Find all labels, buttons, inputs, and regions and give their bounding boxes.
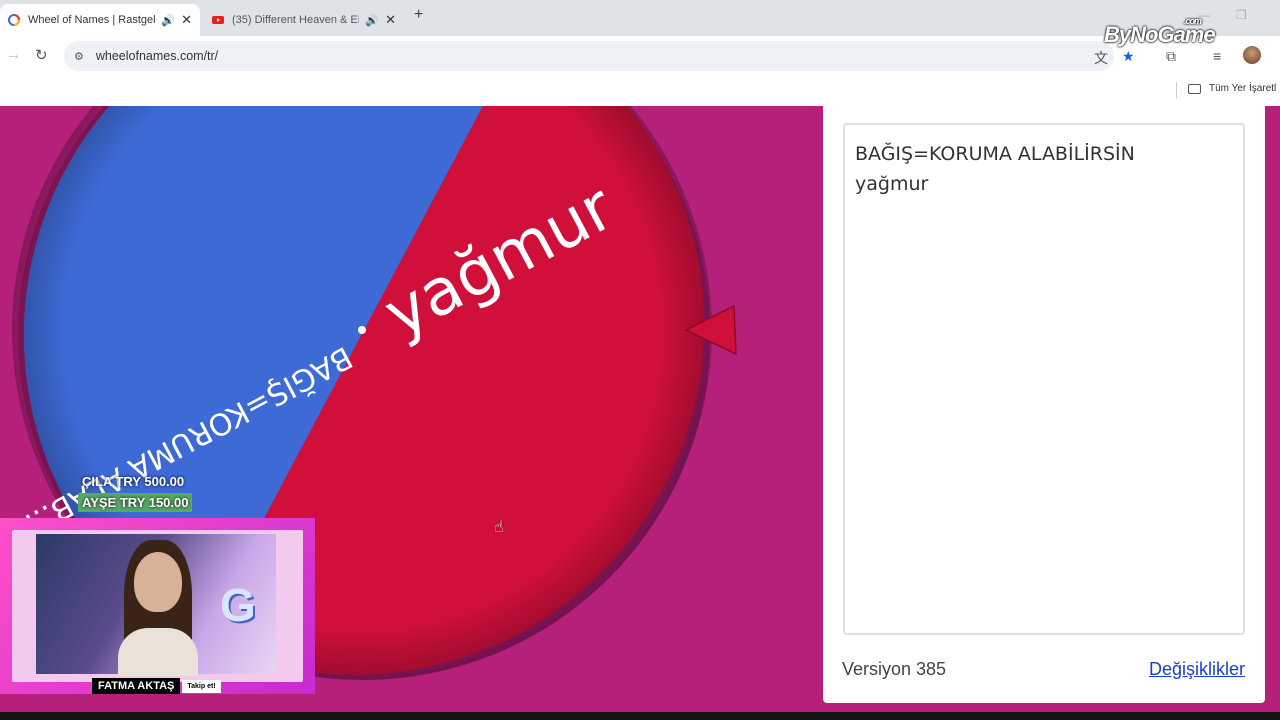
webcam-overlay: G xyxy=(0,518,315,694)
close-tab-icon[interactable]: ✕ xyxy=(181,12,192,28)
streamer-name: FATMA AKTAŞ xyxy=(92,678,181,694)
folder-icon xyxy=(1188,83,1201,94)
entries-panel: BAĞIŞ=KORUMA ALABİLİRSİN yağmur Versiyon… xyxy=(823,106,1265,703)
tab-title: (35) Different Heaven & EH xyxy=(232,14,360,26)
tab-title: Wheel of Names | Rastgele xyxy=(28,14,156,26)
webcam-background-text: G xyxy=(220,579,256,631)
translate-icon[interactable]: 文 xyxy=(1094,48,1108,68)
bynogame-watermark: ByNoGame .com xyxy=(1104,16,1216,48)
webcam-video: G xyxy=(12,530,303,682)
watermark-tld: .com xyxy=(1184,16,1202,26)
extensions-icon[interactable]: ⧉ xyxy=(1166,48,1176,65)
speaker-icon[interactable]: 🔊 xyxy=(161,14,175,27)
donation-line: AYŞE TRY 150.00 xyxy=(78,493,193,512)
all-bookmarks-label: Tüm Yer İşaretl xyxy=(1209,83,1277,94)
site-settings-icon[interactable]: ⚙ xyxy=(74,50,84,63)
reload-icon[interactable]: ↻ xyxy=(35,46,48,64)
url-text: wheelofnames.com/tr/ xyxy=(95,49,219,63)
youtube-favicon-icon xyxy=(212,16,224,24)
wheel-favicon-icon xyxy=(8,14,20,26)
bookmarks-bar: Tüm Yer İşaretl xyxy=(0,76,1280,106)
entry-line: yağmur xyxy=(855,173,929,195)
donation-ticker: ÇILA TRY 500.00 AYŞE TRY 150.00 xyxy=(78,472,193,512)
address-bar[interactable]: ⚙ wheelofnames.com/tr/ xyxy=(64,41,1114,71)
entries-textarea[interactable]: BAĞIŞ=KORUMA ALABİLİRSİN yağmur xyxy=(843,123,1245,635)
changes-link[interactable]: Değişiklikler xyxy=(1149,659,1245,680)
tab-youtube[interactable]: (35) Different Heaven & EH 🔊 ✕ xyxy=(204,4,404,36)
version-label: Versiyon 385 xyxy=(842,659,947,679)
follow-badge: Takip et! xyxy=(182,679,221,693)
profile-avatar[interactable] xyxy=(1243,46,1261,64)
streamer xyxy=(118,536,198,676)
media-controls-icon[interactable]: ≡ xyxy=(1213,48,1221,64)
bookmark-star-icon[interactable]: ★ xyxy=(1122,48,1135,65)
bookmarks-divider xyxy=(1176,82,1177,98)
entry-line: BAĞIŞ=KORUMA ALABİLİRSİN xyxy=(855,143,1135,165)
all-bookmarks-button[interactable]: Tüm Yer İşaretl xyxy=(1188,83,1276,94)
browser-toolbar: → ↻ ⚙ wheelofnames.com/tr/ 文 ★ ⧉ ≡ xyxy=(0,36,1280,76)
restore-icon[interactable]: ❐ xyxy=(1236,8,1247,22)
tab-wheel-of-names[interactable]: Wheel of Names | Rastgele 🔊 ✕ xyxy=(0,4,200,36)
forward-icon[interactable]: → xyxy=(6,46,21,63)
tab-bar: Wheel of Names | Rastgele 🔊 ✕ (35) Diffe… xyxy=(0,0,1280,36)
close-tab-icon[interactable]: ✕ xyxy=(385,12,396,28)
bottom-edge xyxy=(0,712,1280,720)
speaker-icon[interactable]: 🔊 xyxy=(365,14,379,27)
wheel-center-dot xyxy=(358,326,366,334)
new-tab-button[interactable]: + xyxy=(414,6,423,24)
streamer-nameplate: FATMA AKTAŞ Takip et! xyxy=(92,678,221,694)
mouse-cursor-icon: ☝ xyxy=(494,519,504,536)
donation-line: ÇILA TRY 500.00 xyxy=(82,474,185,489)
